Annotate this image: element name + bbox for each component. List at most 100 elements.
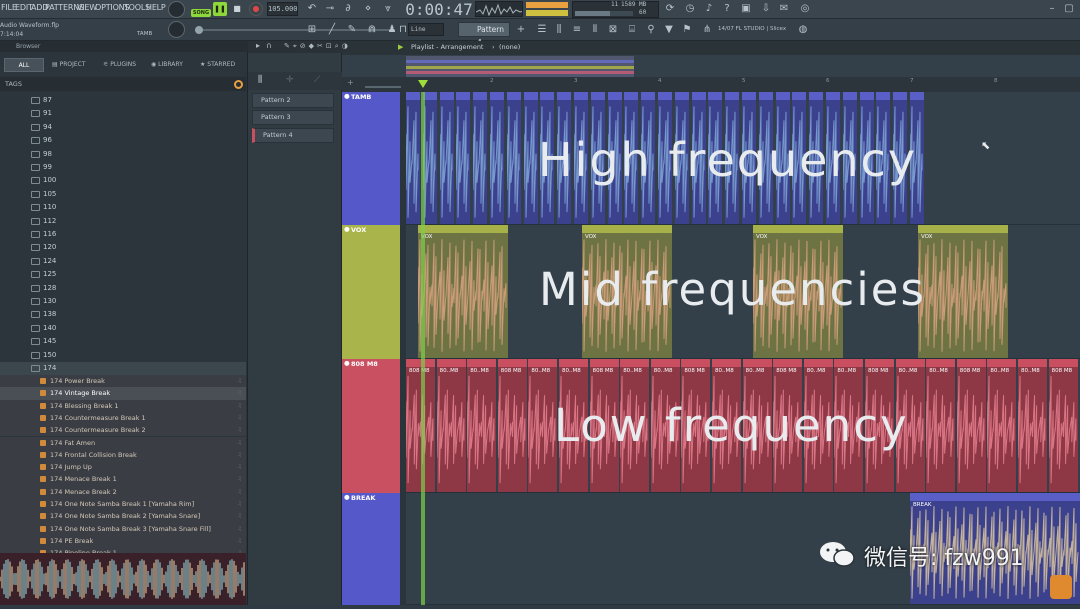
render-icon[interactable]: ⇩ [759, 2, 773, 16]
blend-recording-icon[interactable]: ⩔ [381, 2, 395, 16]
file-row[interactable]: 174 Countermeasure Break 2 ♫ [0, 424, 246, 437]
folder-row[interactable]: 174 [0, 362, 246, 376]
folder-row[interactable]: 100 [0, 174, 246, 187]
file-row[interactable]: 174 Jump Up ♫ [0, 461, 246, 474]
tab-all[interactable]: ALL [4, 58, 44, 72]
folder-row[interactable]: 128 [0, 282, 246, 295]
magnet-snap-icon[interactable]: ⋒ [365, 23, 379, 37]
track-mute-icon[interactable]: ● [344, 493, 350, 501]
audio-clip[interactable]: 80..M8 [1018, 359, 1047, 492]
mixer-icon[interactable]: ⫴ [588, 23, 602, 37]
audio-clip[interactable] [523, 92, 538, 224]
browser-icon[interactable]: ⌸ [625, 23, 639, 37]
touch-keyboard-icon[interactable]: ▼ [662, 23, 676, 37]
plugin-picker-icon[interactable]: ⊠ [606, 23, 620, 37]
zoom-slider[interactable] [365, 86, 401, 88]
folder-row[interactable]: 125 [0, 268, 246, 281]
tab-library[interactable]: ◉ LIBRARY [151, 58, 191, 72]
save-icon[interactable]: ▣ [739, 2, 753, 16]
tempo-display[interactable]: 105.000 [267, 2, 298, 16]
help-icon[interactable]: ? [720, 2, 734, 16]
tab-project[interactable]: ▤ PROJECT [52, 58, 92, 72]
track-mute-icon[interactable]: ● [344, 359, 350, 367]
audio-clip[interactable] [456, 92, 471, 224]
news-ticker[interactable]: 14/07 FL STUDIO | Slicex [718, 26, 786, 32]
master-pitch-knob[interactable] [168, 21, 185, 38]
file-row[interactable]: 174 Fat Amen ♫ [0, 436, 246, 449]
countdown-icon[interactable]: ∂ [341, 2, 355, 16]
song-mode-toggle[interactable]: SONG [191, 9, 211, 17]
clock-icon[interactable]: ◷ [683, 2, 697, 16]
metronome-icon[interactable]: ↶ [305, 2, 319, 16]
tab-starred[interactable]: ★ STARRED [200, 58, 244, 72]
folder-row[interactable]: 145 [0, 335, 246, 348]
pattern-item[interactable]: Pattern 2 [252, 93, 334, 108]
snap-select[interactable]: Line [408, 23, 444, 36]
audio-clip[interactable]: 80..M8 [987, 359, 1017, 492]
file-row[interactable]: 174 Power Break ♫ [0, 375, 246, 388]
audio-clip[interactable]: VOX [918, 225, 1008, 358]
undo-history-icon[interactable]: ⟳ [663, 2, 677, 16]
tab-plugins[interactable]: ⚟ PLUGINS [103, 58, 143, 72]
pattern-picker-icon[interactable]: ⊞ [305, 23, 319, 37]
playhead[interactable] [421, 92, 425, 605]
window-pin-icon[interactable]: ▸ [256, 41, 260, 50]
file-row[interactable]: 174 PE Break ♫ [0, 534, 246, 548]
pattern-item[interactable]: Pattern 4 [252, 128, 334, 143]
file-row[interactable]: 174 Blessing Break 1 ♫ [0, 399, 246, 412]
playlist-icon[interactable]: ☰ [535, 23, 549, 37]
playlist-tool-icons[interactable]: ✎⌖⊘◆✂⊡⌕◑ [284, 42, 351, 51]
tags-bar[interactable]: TAGS [0, 77, 246, 91]
folder-row[interactable]: 124 [0, 255, 246, 268]
audio-clip[interactable]: 808 M8 [1048, 359, 1078, 492]
track-mute-icon[interactable]: ● [344, 225, 350, 233]
online-icon[interactable]: ◎ [798, 2, 812, 16]
menu-help[interactable]: HELP [146, 3, 166, 12]
file-row[interactable]: 174 Menace Break 2 ♫ [0, 485, 246, 498]
feedback-icon[interactable]: ✉ [777, 2, 791, 16]
paint-tool-icon[interactable]: ✎ [345, 23, 359, 37]
file-row[interactable]: 174 One Note Samba Break 2 [Yamaha Snare… [0, 510, 246, 523]
track-header[interactable]: ● VOX [342, 225, 400, 359]
folder-row[interactable]: 110 [0, 201, 246, 214]
audio-clip[interactable] [439, 92, 454, 224]
audio-clip[interactable]: VOX [418, 225, 508, 358]
audio-clip[interactable]: 80..M8 [467, 359, 497, 492]
pattern-item[interactable]: Pattern 3 [252, 110, 334, 125]
file-row[interactable]: 174 Countermeasure Break 1 ♫ [0, 411, 246, 425]
file-row[interactable]: 174 One Note Samba Break 3 [Yamaha Snare… [0, 522, 246, 535]
microphone-icon[interactable]: ♪ [702, 2, 716, 16]
crosshair-icon[interactable]: ✛ [286, 75, 294, 85]
folder-row[interactable]: 138 [0, 308, 246, 321]
maximize-icon[interactable]: ▢ [1062, 2, 1076, 16]
folder-row[interactable]: 130 [0, 295, 246, 308]
folder-row[interactable]: 87 [0, 94, 246, 107]
plugin-icon[interactable]: ⚲ [644, 23, 658, 37]
folder-row[interactable]: 112 [0, 215, 246, 228]
track-mute-icon[interactable]: ● [344, 92, 350, 100]
file-row[interactable]: 174 One Note Samba Break 1 [Yamaha Rim] ♫ [0, 498, 246, 511]
folder-row[interactable]: 116 [0, 228, 246, 241]
folder-row[interactable]: 91 [0, 107, 246, 120]
magnet-icon[interactable]: ∩ [266, 41, 272, 50]
playhead-marker-icon[interactable] [418, 80, 428, 88]
audio-clip[interactable]: 80..M8 [926, 359, 956, 492]
track-header[interactable]: ● TAMB [342, 92, 400, 225]
folder-row[interactable]: 140 [0, 322, 246, 335]
folder-row[interactable]: 99 [0, 161, 246, 174]
piano-icon[interactable]: ⫼ [258, 75, 262, 85]
master-volume-knob[interactable] [168, 1, 185, 18]
timeline-ruler[interactable]: + 2 3 4 5 6 7 8 [342, 77, 1080, 92]
track-header[interactable]: ● 808 M8 [342, 359, 400, 493]
audio-clip[interactable] [490, 92, 504, 224]
song-time-display[interactable]: 0:00:47 [404, 1, 474, 19]
audio-clip[interactable] [473, 92, 488, 224]
piano-roll-icon[interactable]: ⫼ [552, 23, 566, 37]
curve-icon[interactable]: ⟋ [314, 75, 320, 85]
globe-icon[interactable]: ◍ [796, 23, 810, 37]
channel-rack-icon[interactable]: ≡ [570, 23, 584, 37]
track-header[interactable]: ● BREAK [342, 493, 400, 605]
arrangement-overview[interactable] [406, 56, 634, 77]
record-button[interactable] [249, 2, 263, 16]
waveform-preview[interactable] [0, 553, 246, 605]
